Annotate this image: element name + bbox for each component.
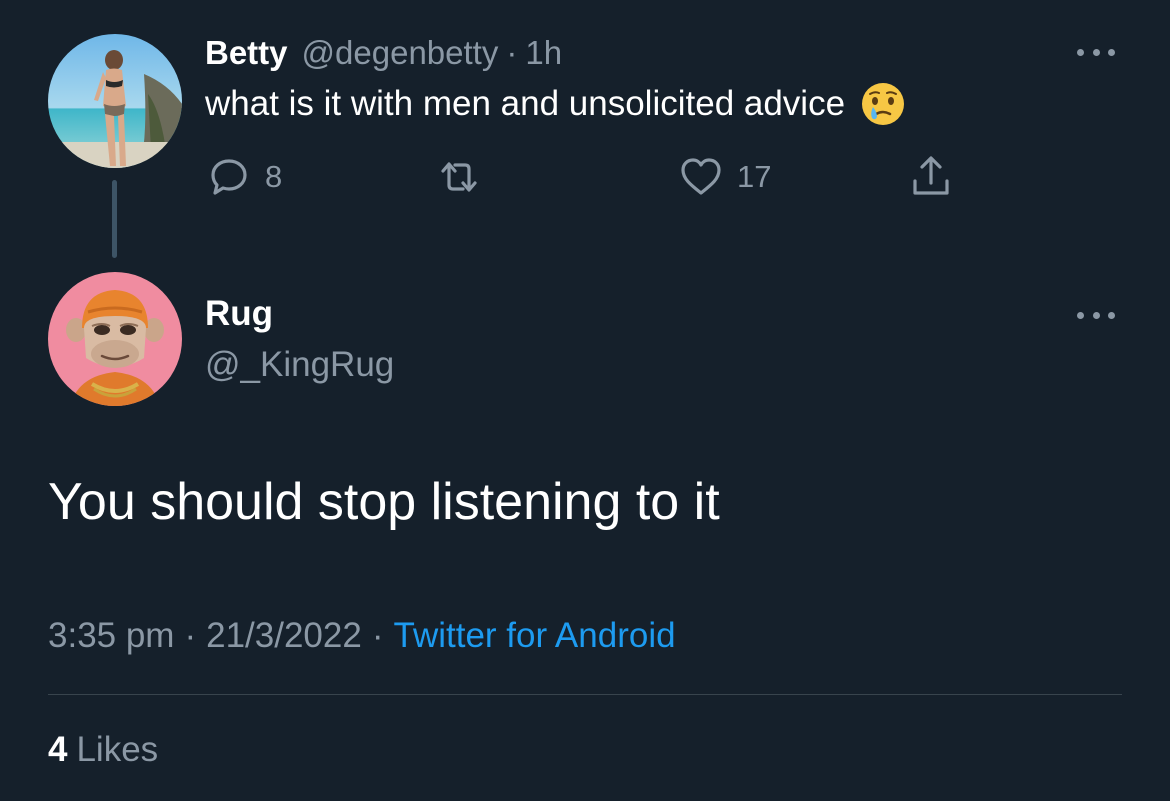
retweet-button[interactable]: [435, 152, 495, 202]
like-button[interactable]: 17: [677, 152, 771, 202]
parent-tweet-text: what is it with men and unsolicited advi…: [205, 84, 846, 123]
reply-more-options-icon[interactable]: [1073, 305, 1119, 325]
heart-icon: [681, 158, 721, 195]
rug-avatar[interactable]: [48, 272, 182, 406]
like-count: 17: [737, 159, 772, 194]
likes-summary[interactable]: 4 Likes: [48, 726, 158, 774]
thread-connector-line: [112, 180, 117, 258]
meta-separator: ·: [184, 616, 197, 655]
reply-author-handle[interactable]: @_KingRug: [205, 343, 394, 387]
rug-avatar-image: [48, 272, 182, 406]
divider: [48, 694, 1122, 695]
retweet-icon: [441, 162, 477, 192]
reply-tweet-text: You should stop listening to it: [48, 473, 720, 531]
reply-author-name[interactable]: Rug: [205, 292, 273, 336]
tweet-source-link[interactable]: Twitter for Android: [394, 612, 676, 660]
header-separator: ·: [506, 34, 518, 71]
parent-action-bar: 8 17: [205, 152, 1005, 202]
reply-button[interactable]: 8: [205, 152, 282, 202]
tweet-time[interactable]: 3:35 pm: [48, 612, 174, 660]
parent-author-handle[interactable]: @degenbetty: [302, 32, 499, 74]
reply-count: 8: [265, 159, 283, 194]
reply-bubble-icon: [211, 159, 247, 195]
tweet-detail-view: Betty @degenbetty · 1h what is it with m…: [0, 0, 1170, 801]
parent-tweet-text-row: what is it with men and unsolicited advi…: [205, 80, 907, 128]
betty-avatar-image: [48, 34, 182, 168]
face-holding-back-tears-icon: [859, 80, 907, 128]
meta-separator: ·: [371, 616, 384, 655]
tweet-date[interactable]: 21/3/2022: [206, 612, 362, 660]
betty-avatar[interactable]: [48, 34, 182, 168]
parent-author-name[interactable]: Betty: [205, 32, 288, 74]
likes-label: Likes: [76, 730, 159, 769]
parent-time-ago[interactable]: 1h: [525, 32, 562, 74]
share-icon: [913, 156, 949, 195]
tweet-metadata: 3:35 pm · 21/3/2022 · Twitter for Androi…: [48, 612, 676, 660]
share-button[interactable]: [907, 152, 955, 202]
parent-more-options-icon[interactable]: [1073, 42, 1119, 62]
likes-count: 4: [48, 730, 68, 769]
parent-tweet-header: Betty @degenbetty · 1h: [205, 32, 562, 74]
